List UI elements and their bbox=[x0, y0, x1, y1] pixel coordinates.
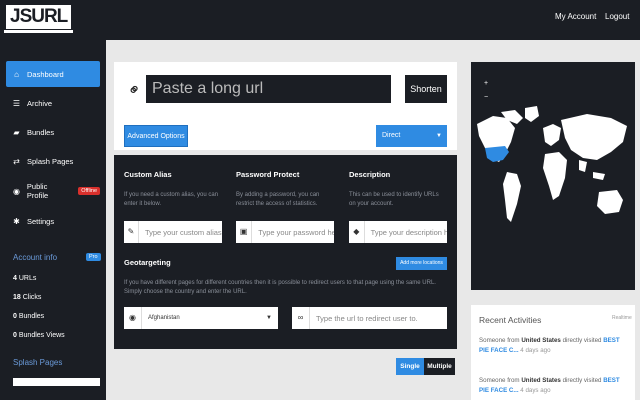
single-mode-button[interactable]: Single bbox=[396, 358, 424, 375]
stat-bundle-views: 0 Bundles Views bbox=[13, 332, 65, 339]
multiple-mode-button[interactable]: Multiple bbox=[424, 358, 455, 375]
realtime-label: Realtime bbox=[612, 315, 632, 321]
sidebar-item-splash-pages[interactable]: ⇄ Splash Pages bbox=[6, 148, 100, 174]
geotargeting-title: Geotargeting bbox=[124, 258, 171, 267]
folder-icon: ▰ bbox=[13, 127, 20, 137]
list-icon: ☰ bbox=[12, 98, 21, 108]
my-account-link[interactable]: My Account bbox=[555, 12, 596, 21]
logout-link[interactable]: Logout bbox=[605, 12, 629, 21]
globe-icon: ◉ bbox=[12, 186, 20, 196]
splash-pages-select[interactable] bbox=[13, 378, 100, 386]
country-select[interactable]: ◉ Afghanistan ▼ bbox=[124, 307, 278, 329]
password-input[interactable]: ▣ Type your password here bbox=[236, 221, 334, 243]
caret-down-icon: ▼ bbox=[436, 133, 442, 139]
gear-icon: ✱ bbox=[13, 216, 20, 226]
custom-alias-desc: If you need a custom alias, you can ente… bbox=[124, 192, 219, 207]
password-desc: By adding a password, you can restrict t… bbox=[236, 192, 320, 207]
activity-item: Someone from United States directly visi… bbox=[479, 337, 620, 354]
home-icon: ⌂ bbox=[14, 69, 19, 79]
custom-alias-title: Custom Alias bbox=[124, 170, 172, 179]
sidebar-item-bundles[interactable]: ▰ Bundles bbox=[6, 119, 100, 145]
sidebar-item-label: Settings bbox=[27, 216, 55, 226]
sidebar-item-public-profile[interactable]: ◉ Public Profile Offline bbox=[6, 178, 100, 204]
map-zoom-in-button[interactable]: + bbox=[484, 80, 488, 87]
map-zoom-out-button[interactable]: − bbox=[484, 94, 488, 101]
top-bar bbox=[0, 0, 640, 40]
splash-pages-title: Splash Pages bbox=[13, 358, 63, 367]
lock-icon: ▣ bbox=[236, 221, 253, 243]
link-icon: ∞ bbox=[292, 307, 310, 329]
offline-badge: Offline bbox=[78, 187, 100, 195]
sidebar-item-dashboard[interactable]: ⌂ Dashboard bbox=[6, 61, 100, 87]
geo-url-input[interactable]: ∞ Type the url to redirect user to. bbox=[292, 307, 447, 329]
tag-icon: ◆ bbox=[349, 221, 365, 243]
sidebar-item-archive[interactable]: ☰ Archive bbox=[6, 90, 100, 116]
shorten-button[interactable]: Shorten bbox=[405, 75, 447, 103]
activity-item: Someone from United States directly visi… bbox=[479, 377, 620, 394]
stat-urls: 4 URLs bbox=[13, 275, 37, 282]
world-map-graphic bbox=[477, 106, 627, 222]
sidebar-item-label: Bundles bbox=[27, 127, 55, 137]
password-title: Password Protect bbox=[236, 170, 300, 179]
stat-bundles: 0 Bundles bbox=[13, 313, 45, 320]
country-value: Afghanistan bbox=[148, 315, 180, 321]
pro-badge: Pro bbox=[86, 253, 101, 261]
caret-down-icon: ▼ bbox=[266, 315, 272, 321]
stat-clicks: 18 Clicks bbox=[13, 294, 42, 301]
swap-icon: ⇄ bbox=[13, 156, 20, 166]
redirect-type-value: Direct bbox=[382, 132, 401, 139]
globe-icon: ◉ bbox=[124, 307, 142, 329]
sidebar-item-settings[interactable]: ✱ Settings bbox=[6, 208, 100, 234]
world-map[interactable] bbox=[471, 62, 635, 290]
add-location-button[interactable]: Add more locations bbox=[396, 257, 447, 270]
account-info-title: Account info bbox=[13, 253, 58, 262]
pencil-icon: ✎ bbox=[124, 221, 139, 243]
redirect-type-select[interactable]: Direct ▼ bbox=[376, 125, 447, 147]
url-input[interactable]: Paste a long url bbox=[146, 75, 391, 103]
sidebar-item-label: Splash Pages bbox=[27, 156, 74, 166]
recent-activities-title: Recent Activities bbox=[479, 315, 542, 325]
description-input[interactable]: ◆ Type your description here bbox=[349, 221, 447, 243]
description-title: Description bbox=[349, 170, 391, 179]
advanced-options-button[interactable]: Advanced Options bbox=[124, 125, 188, 147]
sidebar-item-label: Public Profile bbox=[26, 182, 49, 200]
sidebar-item-label: Dashboard bbox=[27, 69, 64, 79]
logo[interactable]: JSURL bbox=[3, 5, 74, 33]
custom-alias-input[interactable]: ✎ Type your custom alias here bbox=[124, 221, 222, 243]
sidebar-item-label: Archive bbox=[27, 98, 53, 108]
description-desc: This can be used to identify URLs on you… bbox=[349, 192, 439, 207]
geotargeting-desc: If you have different pages for differen… bbox=[124, 280, 436, 295]
